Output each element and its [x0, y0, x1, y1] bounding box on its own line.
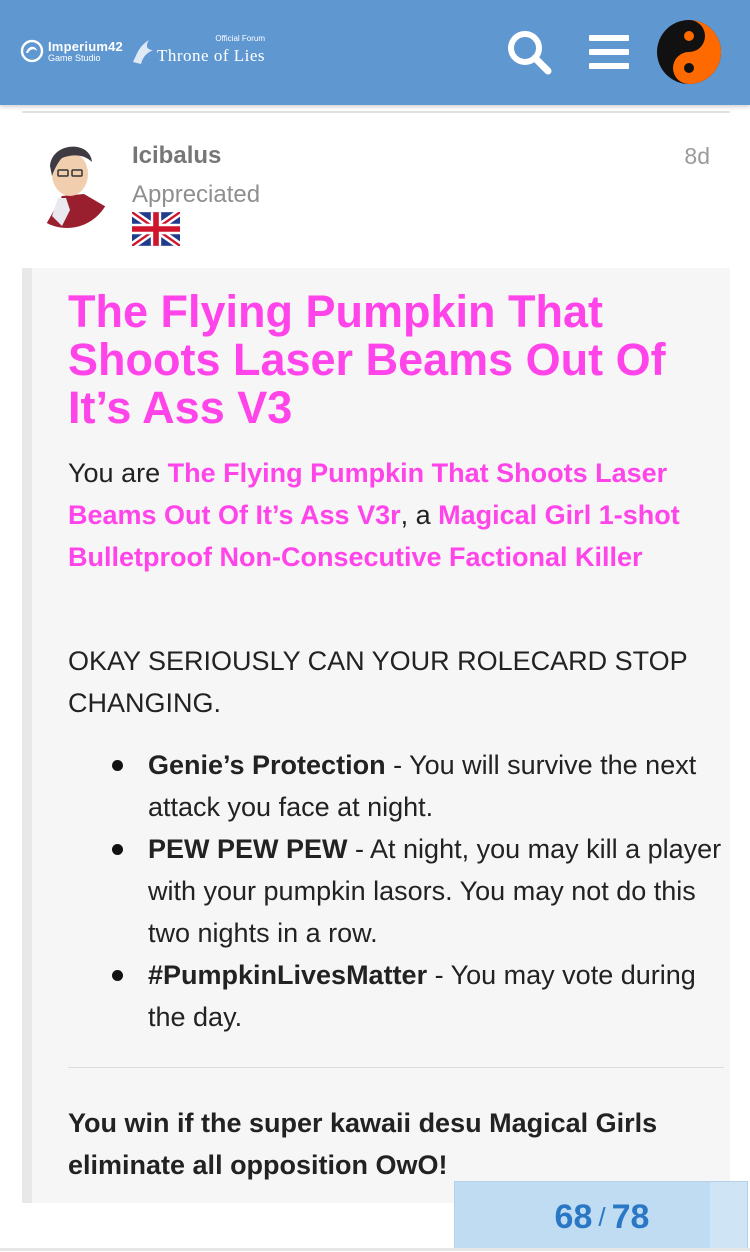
author-portrait-image — [22, 136, 112, 228]
brand-name: Imperium42 — [48, 38, 123, 54]
progress-separator: / — [598, 1201, 606, 1232]
site-header: Imperium42 Game Studio Official Forum Th… — [0, 0, 750, 105]
forum-official-label: Official Forum — [215, 34, 266, 43]
imperium-swirl-icon — [20, 39, 44, 63]
ability-list: Genie’s Protection - You will survive th… — [112, 744, 722, 1038]
imperium-brand: Imperium42 Game Studio — [48, 40, 123, 63]
progress-current: 68 — [554, 1197, 593, 1236]
post-age[interactable]: 8d — [684, 143, 710, 170]
post-author-avatar[interactable] — [22, 136, 112, 228]
brand-subtitle: Game Studio — [48, 52, 101, 63]
topic-progress-button[interactable]: 68 / 78 — [454, 1181, 748, 1251]
hamburger-menu-button[interactable] — [579, 22, 639, 82]
progress-counter: 68 / 78 — [455, 1182, 749, 1252]
progress-total: 78 — [611, 1197, 650, 1236]
top-divider — [22, 111, 730, 113]
site-logo[interactable]: Imperium42 Game Studio Official Forum Th… — [20, 34, 266, 66]
hamburger-menu-icon — [589, 35, 629, 69]
forum-brand: Official Forum Throne of Lies — [131, 34, 266, 66]
bullet-icon — [112, 760, 123, 771]
user-avatar-button[interactable] — [656, 19, 722, 85]
bullet-icon — [112, 844, 123, 855]
role-title: The Flying Pumpkin That Shoots Laser Bea… — [68, 286, 666, 433]
ability-name: Genie’s Protection — [148, 750, 386, 780]
bullet-icon — [112, 970, 123, 981]
quote-divider — [68, 1067, 724, 1068]
yin-yang-icon — [657, 20, 721, 84]
post-username[interactable]: Icibalus — [132, 142, 221, 170]
win-condition: You win if the super kawaii desu Magical… — [68, 1108, 658, 1180]
role-warning: OKAY SERIOUSLY CAN YOUR ROLECARD STOP CH… — [68, 646, 688, 718]
search-icon — [508, 31, 552, 75]
intro-prefix: You are — [68, 458, 168, 488]
role-card-quote: The Flying Pumpkin That Shoots Laser Bea… — [22, 268, 730, 1203]
search-button[interactable] — [499, 22, 559, 82]
list-item: PEW PEW PEW - At night, you may kill a p… — [112, 828, 722, 954]
post-user-title: Appreciated — [132, 181, 261, 208]
ability-name: PEW PEW PEW — [148, 834, 348, 864]
intro-mid: , a — [400, 500, 439, 530]
uk-flag-icon — [132, 212, 180, 246]
list-item: Genie’s Protection - You will survive th… — [112, 744, 722, 828]
dragon-icon — [132, 40, 153, 64]
list-item: #PumpkinLivesMatter - You may vote durin… — [112, 954, 722, 1038]
role-intro: You are The Flying Pumpkin That Shoots L… — [68, 452, 720, 578]
ability-name: #PumpkinLivesMatter — [148, 960, 428, 990]
